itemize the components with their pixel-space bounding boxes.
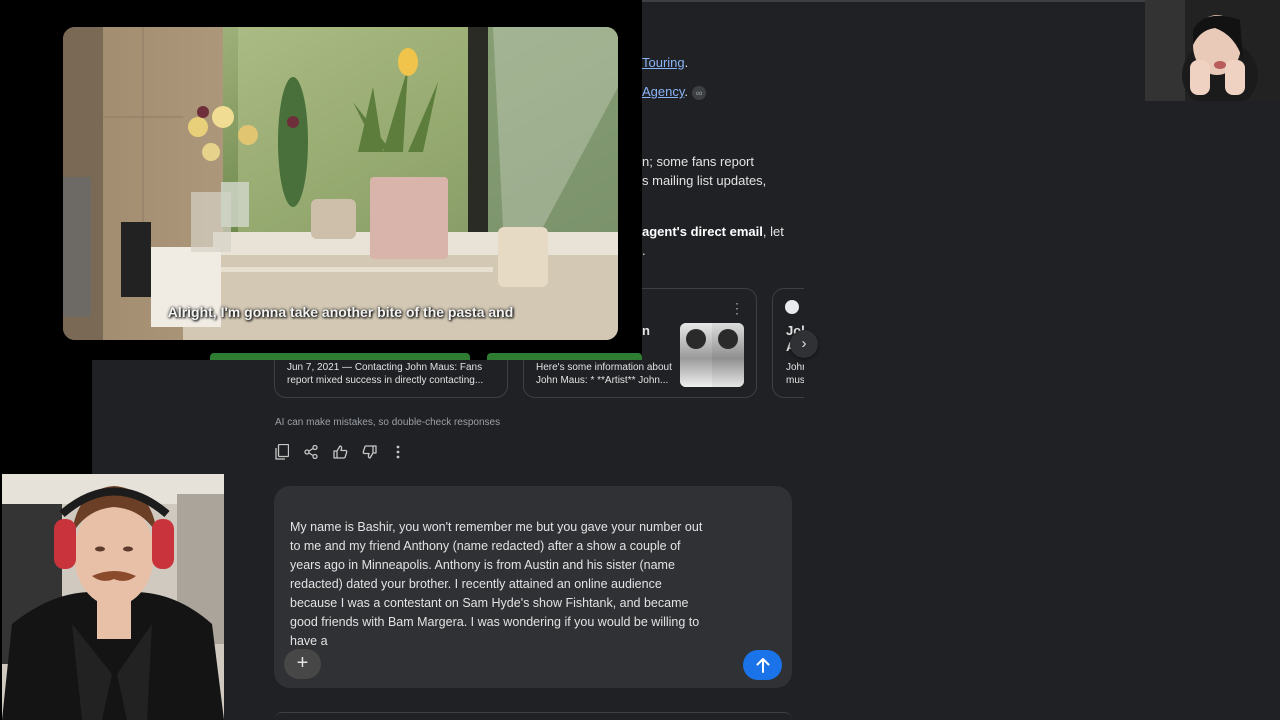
background-pane	[1145, 101, 1280, 720]
card-snippet: Johr	[786, 362, 804, 373]
plus-icon[interactable]: +	[284, 649, 321, 679]
video-frame: Alright, I'm gonna take another bite of …	[63, 27, 618, 340]
prompt-composer[interactable]: My name is Bashir, you won't remember me…	[274, 486, 792, 688]
response-actions	[272, 442, 408, 462]
thumbs-down-icon[interactable]	[359, 442, 379, 462]
answer-punct: .	[684, 84, 689, 99]
video-still-image	[63, 27, 618, 340]
video-overlay: Alright, I'm gonna take another bite of …	[0, 0, 642, 360]
agency-link[interactable]: Agency	[642, 84, 684, 99]
answer-line-5: agent's direct email, let	[642, 222, 784, 241]
copy-icon[interactable]	[272, 442, 292, 462]
thumbs-up-icon[interactable]	[330, 442, 350, 462]
prompt-input[interactable]: My name is Bashir, you won't remember me…	[290, 518, 760, 651]
card-thumbnail	[680, 323, 744, 387]
more-vert-icon[interactable]: ⋮	[730, 301, 744, 315]
answer-line-3: n; some fans report	[642, 154, 754, 169]
card-snippet: Jun 7, 2021 — Contacting John Maus: Fans…	[287, 362, 484, 386]
card-snippet-2: mus	[786, 375, 804, 386]
ai-disclaimer: AI can make mistakes, so double-check re…	[275, 417, 501, 428]
answer-line-1: Touring.	[642, 53, 688, 72]
link-icon[interactable]: ∞	[692, 85, 707, 100]
card-snippet: Here's some information about John Maus:…	[536, 362, 672, 386]
chevron-right-icon[interactable]: ›	[790, 330, 818, 358]
divider	[642, 0, 1145, 2]
answer-line-6: .	[642, 243, 646, 258]
agent-email-bold: agent's direct email	[642, 224, 763, 239]
green-highlight	[487, 353, 642, 360]
touring-link[interactable]: Touring	[642, 55, 685, 70]
answer-line-2: Agency. ∞	[642, 82, 707, 101]
green-highlight	[210, 353, 470, 360]
card-heading: n	[642, 323, 650, 338]
next-panel-edge	[274, 712, 792, 720]
answer-text-rest: , let	[762, 224, 784, 239]
arrow-up-icon[interactable]	[743, 650, 782, 680]
webcam-streamer-2	[1145, 0, 1280, 101]
webcam-streamer-1	[2, 474, 224, 720]
answer-line-4: s mailing list updates,	[642, 173, 767, 188]
favicon-icon	[785, 300, 799, 314]
share-icon[interactable]	[301, 442, 321, 462]
more-vert-icon[interactable]	[388, 442, 408, 462]
video-subtitle: Alright, I'm gonna take another bite of …	[167, 304, 514, 320]
answer-punct: .	[684, 55, 689, 70]
